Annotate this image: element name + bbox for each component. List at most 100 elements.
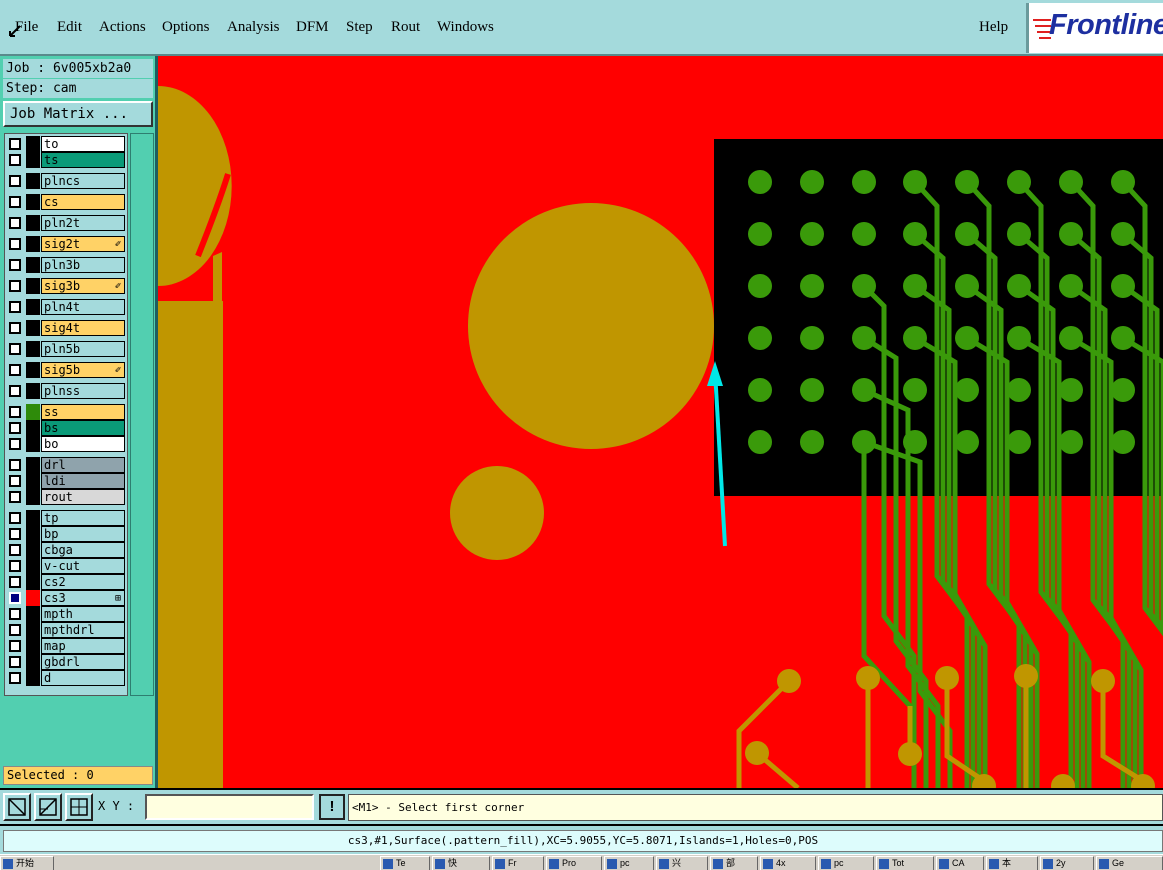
layer-checkbox[interactable] bbox=[9, 528, 21, 540]
layer-color-swatch[interactable] bbox=[26, 489, 40, 505]
layer-row-sig4t[interactable]: sig4t bbox=[6, 320, 126, 336]
taskbar-item[interactable]: 2y bbox=[1040, 856, 1094, 870]
layer-row-bs[interactable]: bs bbox=[6, 420, 126, 436]
layer-color-swatch[interactable] bbox=[26, 606, 40, 622]
layer-checkbox[interactable] bbox=[9, 322, 21, 334]
layer-name[interactable]: ldi bbox=[41, 473, 125, 489]
xy-coordinate-input[interactable] bbox=[145, 794, 314, 820]
taskbar-item[interactable]: 本 bbox=[986, 856, 1038, 870]
layer-name[interactable]: pln2t bbox=[41, 215, 125, 231]
menu-windows[interactable]: Windows bbox=[437, 19, 494, 36]
layer-name[interactable]: cs2 bbox=[41, 574, 125, 590]
layer-row-bp[interactable]: bp bbox=[6, 526, 126, 542]
layer-name[interactable]: sig4t bbox=[41, 320, 125, 336]
layer-name[interactable]: sig2t ✐ bbox=[41, 236, 125, 252]
job-matrix-button[interactable]: Job Matrix ... bbox=[3, 101, 153, 127]
layer-name[interactable]: gbdrl bbox=[41, 654, 125, 670]
taskbar-item[interactable]: 兴 bbox=[656, 856, 708, 870]
layer-checkbox[interactable] bbox=[9, 438, 21, 450]
layer-row-sig5b[interactable]: sig5b ✐ bbox=[6, 362, 126, 378]
layer-checkbox[interactable] bbox=[9, 672, 21, 684]
layer-checkbox[interactable] bbox=[9, 280, 21, 292]
taskbar-item[interactable]: Ge bbox=[1096, 856, 1163, 870]
layer-checkbox[interactable] bbox=[9, 175, 21, 187]
layer-color-swatch[interactable] bbox=[26, 152, 40, 168]
layer-color-swatch[interactable] bbox=[26, 542, 40, 558]
taskbar-item[interactable]: pc bbox=[818, 856, 874, 870]
layer-checkbox[interactable] bbox=[9, 592, 21, 604]
taskbar-item[interactable]: Te bbox=[380, 856, 430, 870]
layer-row-ss[interactable]: ss bbox=[6, 404, 126, 420]
layer-color-swatch[interactable] bbox=[26, 510, 40, 526]
menu-step[interactable]: Step bbox=[346, 19, 373, 36]
menu-actions[interactable]: Actions bbox=[99, 19, 146, 36]
layer-row-map[interactable]: map bbox=[6, 638, 126, 654]
layer-row-plnss[interactable]: plnss bbox=[6, 383, 126, 399]
menu-dfm[interactable]: DFM bbox=[296, 19, 329, 36]
layer-color-swatch[interactable] bbox=[26, 526, 40, 542]
layer-name[interactable]: ss bbox=[41, 404, 125, 420]
layer-color-swatch[interactable] bbox=[26, 558, 40, 574]
layer-color-swatch[interactable] bbox=[26, 299, 40, 315]
layer-name[interactable]: plncs bbox=[41, 173, 125, 189]
layer-checkbox[interactable] bbox=[9, 196, 21, 208]
menu-file[interactable]: File bbox=[15, 19, 38, 36]
layer-name[interactable]: drl bbox=[41, 457, 125, 473]
layer-name[interactable]: pln4t bbox=[41, 299, 125, 315]
layer-color-swatch[interactable] bbox=[26, 457, 40, 473]
layer-row-pln4t[interactable]: pln4t bbox=[6, 299, 126, 315]
layer-row-bo[interactable]: bo bbox=[6, 436, 126, 452]
layer-name[interactable]: to bbox=[41, 136, 125, 152]
menu-rout[interactable]: Rout bbox=[391, 19, 420, 36]
start-button[interactable]: 开始 bbox=[0, 856, 54, 870]
layer-color-swatch[interactable] bbox=[26, 404, 40, 420]
layer-name[interactable]: cs bbox=[41, 194, 125, 210]
taskbar-item[interactable]: Tot bbox=[876, 856, 934, 870]
layer-row-cs2[interactable]: cs2 bbox=[6, 574, 126, 590]
layer-checkbox[interactable] bbox=[9, 154, 21, 166]
taskbar-item[interactable]: 部 bbox=[710, 856, 758, 870]
layer-name[interactable]: cs3 ⊞ bbox=[41, 590, 125, 606]
layer-row-pln5b[interactable]: pln5b bbox=[6, 341, 126, 357]
layer-checkbox[interactable] bbox=[9, 560, 21, 572]
layer-row-plncs[interactable]: plncs bbox=[6, 173, 126, 189]
layer-row-to[interactable]: to bbox=[6, 136, 126, 152]
layer-color-swatch[interactable] bbox=[26, 215, 40, 231]
layer-color-swatch[interactable] bbox=[26, 236, 40, 252]
layer-color-swatch[interactable] bbox=[26, 173, 40, 189]
layer-row-drl[interactable]: drl bbox=[6, 457, 126, 473]
layer-name[interactable]: bo bbox=[41, 436, 125, 452]
layer-color-swatch[interactable] bbox=[26, 341, 40, 357]
layer-color-swatch[interactable] bbox=[26, 362, 40, 378]
layer-name[interactable]: mpthdrl bbox=[41, 622, 125, 638]
layer-name[interactable]: rout bbox=[41, 489, 125, 505]
layer-row-ts[interactable]: ts bbox=[6, 152, 126, 168]
layer-row-gbdrl[interactable]: gbdrl bbox=[6, 654, 126, 670]
layer-name[interactable]: d bbox=[41, 670, 125, 686]
taskbar-item[interactable]: Fr bbox=[492, 856, 544, 870]
layer-row-cs3[interactable]: cs3 ⊞ bbox=[6, 590, 126, 606]
layer-row-cs[interactable]: cs bbox=[6, 194, 126, 210]
layer-row-ldi[interactable]: ldi bbox=[6, 473, 126, 489]
menu-edit[interactable]: Edit bbox=[57, 19, 82, 36]
layer-color-swatch[interactable] bbox=[26, 654, 40, 670]
layer-color-swatch[interactable] bbox=[26, 420, 40, 436]
layer-checkbox[interactable] bbox=[9, 475, 21, 487]
layer-checkbox[interactable] bbox=[9, 238, 21, 250]
menu-help[interactable]: Help bbox=[979, 19, 1008, 36]
layer-list-scrollbar[interactable] bbox=[130, 133, 154, 696]
taskbar-item[interactable]: 快 bbox=[432, 856, 490, 870]
layer-color-swatch[interactable] bbox=[26, 136, 40, 152]
layer-checkbox[interactable] bbox=[9, 624, 21, 636]
layer-row-mpth[interactable]: mpth bbox=[6, 606, 126, 622]
taskbar-item[interactable]: 4x bbox=[760, 856, 816, 870]
layer-name[interactable]: v-cut bbox=[41, 558, 125, 574]
layer-name[interactable]: plnss bbox=[41, 383, 125, 399]
taskbar-item[interactable]: pc bbox=[604, 856, 654, 870]
layer-row-rout[interactable]: rout bbox=[6, 489, 126, 505]
layer-color-swatch[interactable] bbox=[26, 194, 40, 210]
taskbar-item[interactable]: Pro bbox=[546, 856, 602, 870]
layer-checkbox[interactable] bbox=[9, 640, 21, 652]
layer-checkbox[interactable] bbox=[9, 422, 21, 434]
layer-checkbox[interactable] bbox=[9, 608, 21, 620]
